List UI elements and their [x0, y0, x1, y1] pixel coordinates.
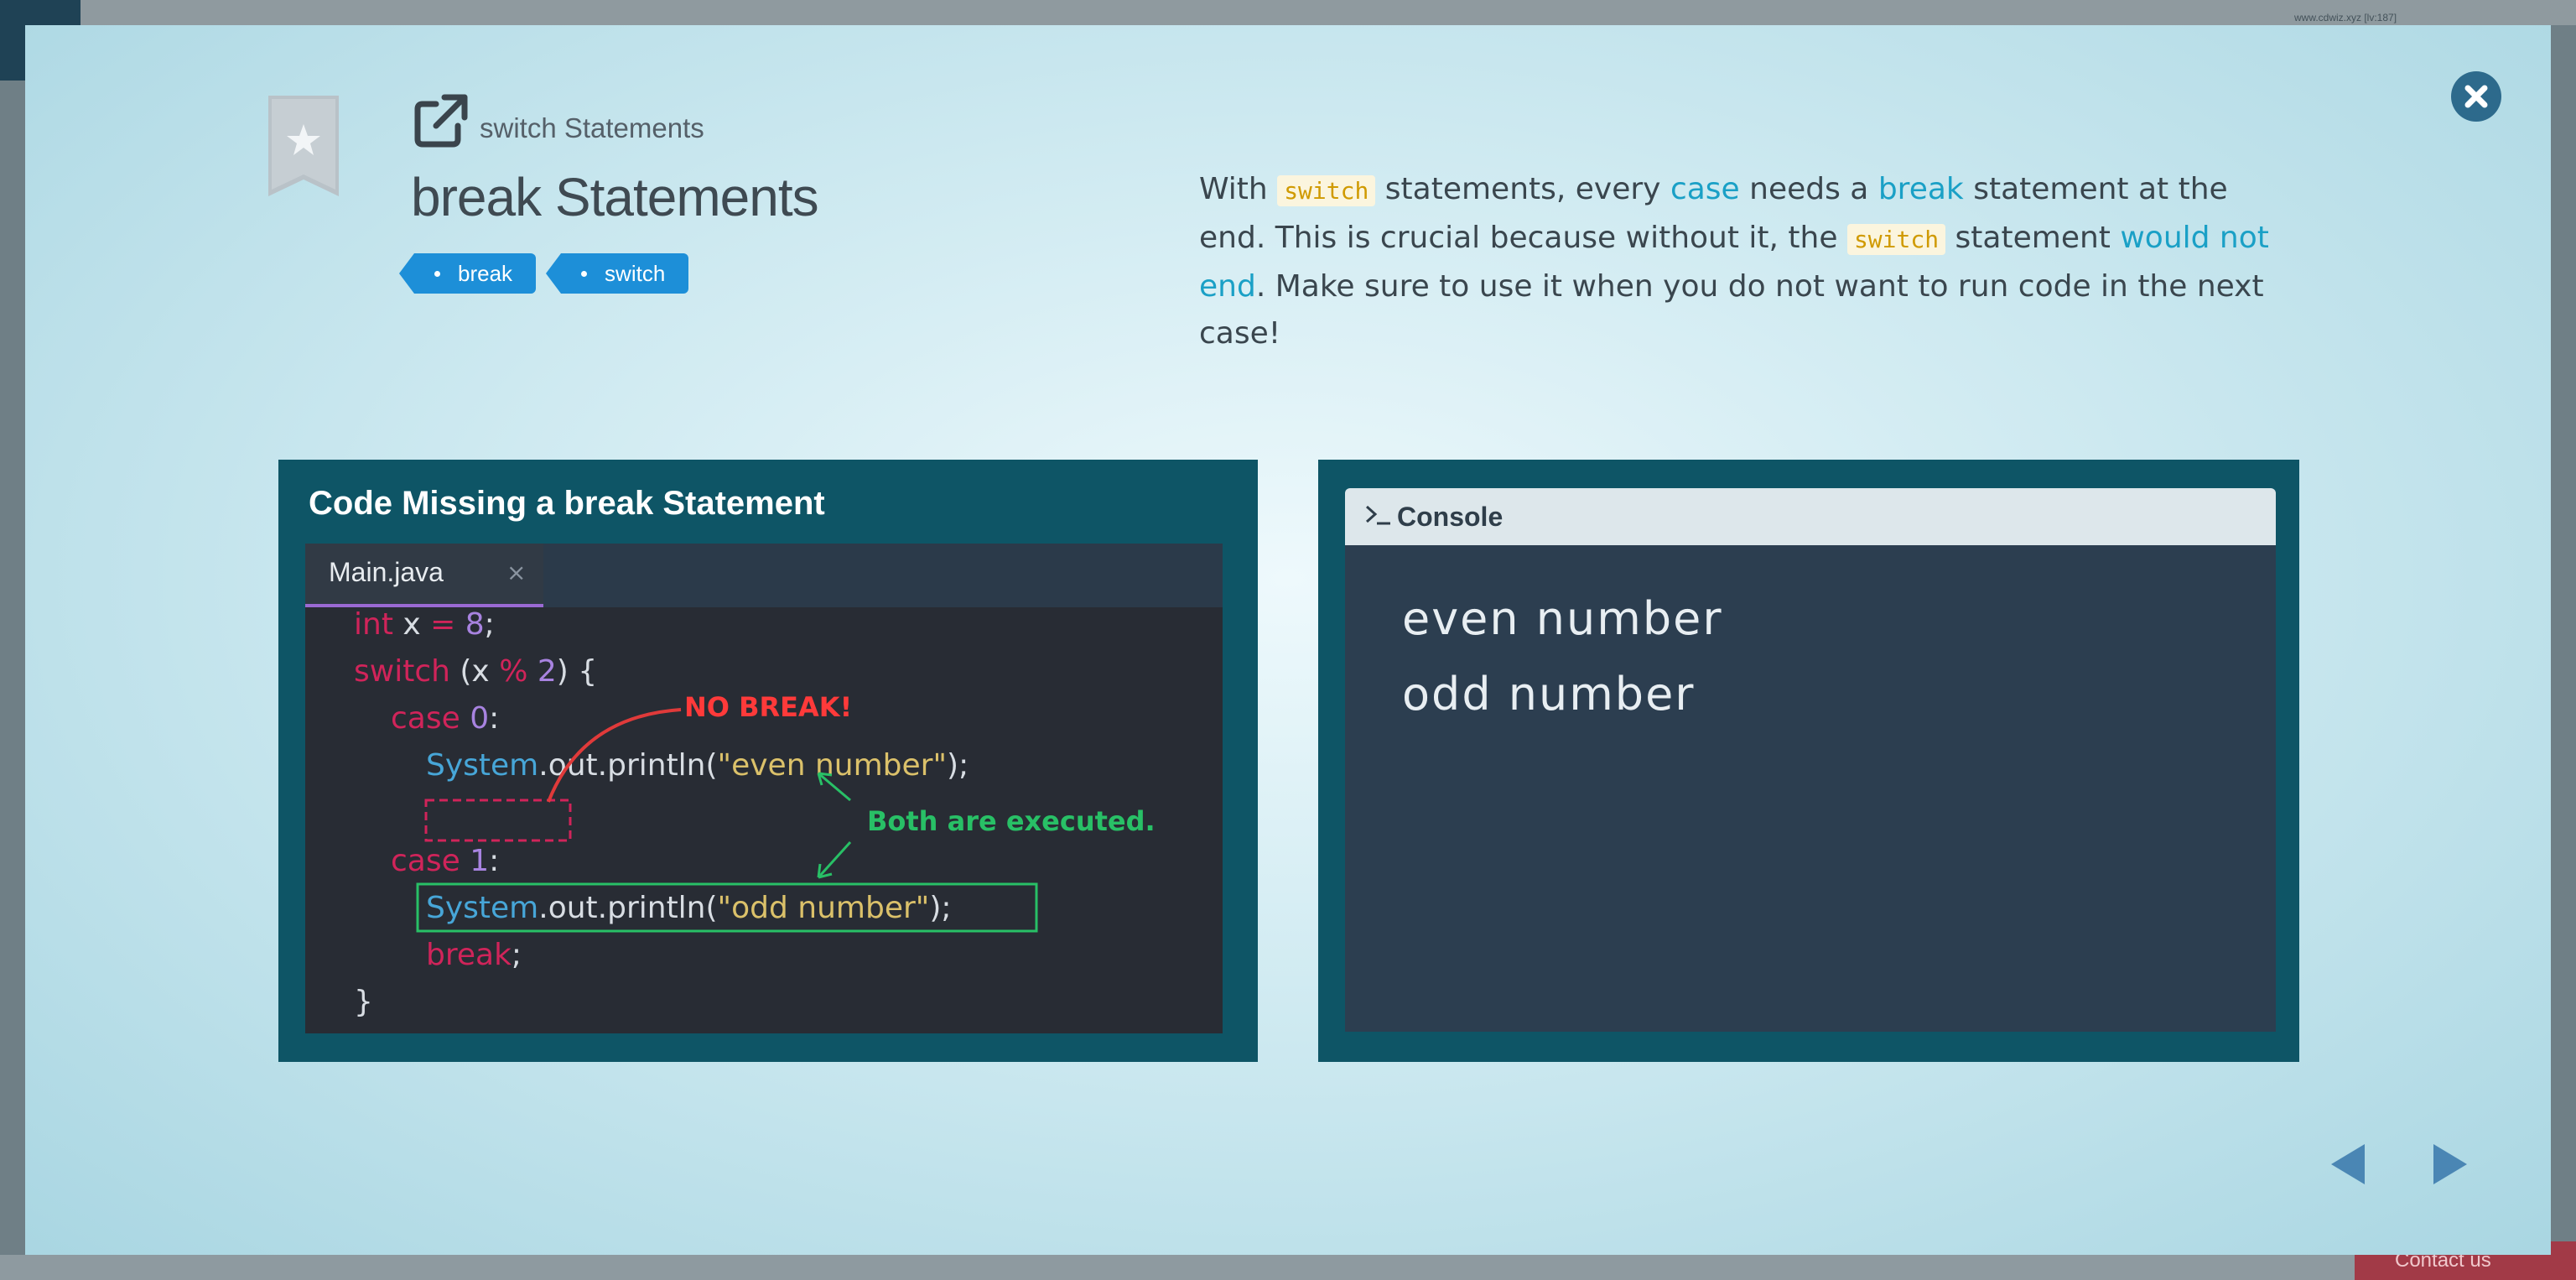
red-arrow — [547, 708, 682, 803]
annotation-both-executed: Both are executed. — [867, 805, 1156, 837]
file-tab-label: Main.java — [329, 557, 444, 587]
next-arrow-icon[interactable] — [2428, 1141, 2470, 1188]
console-header: Console — [1345, 488, 2276, 545]
keyword-link-break[interactable]: break — [1878, 172, 1964, 206]
keyword-link-case[interactable]: case — [1670, 172, 1740, 206]
console-output-line: odd number — [1402, 668, 1696, 721]
console-label: Console — [1397, 502, 1504, 532]
page-title: break Statements — [411, 167, 819, 227]
desc-text: . Make sure to use it when you do not wa… — [1199, 269, 2264, 351]
code-body: int x = 8; switch (x % 2) { case 0: Syst… — [305, 607, 1223, 1033]
green-arrow-up — [818, 772, 851, 802]
prev-arrow-icon[interactable] — [2328, 1141, 2370, 1188]
background-bottom-bar — [0, 1255, 2576, 1280]
parent-topic-link[interactable]: switch Statements — [480, 112, 704, 144]
desc-text: statement — [1945, 221, 2121, 255]
tag-list: break switch — [398, 253, 689, 294]
code-editor: Main.java × int x = 8; switch (x % 2) { … — [305, 544, 1223, 1033]
external-link-icon[interactable] — [411, 92, 470, 151]
close-icon — [2464, 85, 2488, 108]
code-panel-title: Code Missing a break Statement — [309, 485, 825, 522]
file-tab-main-java: Main.java × — [305, 544, 543, 607]
background-url-text: www.cdwiz.xyz [lv:187] — [2294, 12, 2397, 23]
tag-dot — [434, 271, 440, 277]
console-output: even number odd number — [1345, 545, 2276, 1032]
lesson-description: With switch statements, every case needs… — [1199, 166, 2289, 357]
tag-switch[interactable]: switch — [546, 253, 689, 294]
inline-code: switch — [1277, 175, 1376, 206]
close-button[interactable] — [2451, 71, 2501, 122]
missing-break-box — [424, 799, 572, 842]
file-tab-close-icon: × — [506, 559, 527, 586]
background-topbar — [0, 0, 2576, 25]
tag-dot — [581, 271, 588, 277]
tag-break[interactable]: break — [398, 253, 537, 294]
tag-label: switch — [605, 261, 666, 286]
code-example-panel: Code Missing a break Statement Main.java… — [278, 460, 1258, 1062]
highlight-box — [416, 882, 1038, 933]
inline-code: switch — [1846, 224, 1946, 255]
annotation-no-break: NO BREAK! — [684, 691, 853, 723]
desc-text: statements, every — [1375, 172, 1670, 206]
desc-text: needs a — [1739, 172, 1878, 206]
terminal-prompt-icon — [1365, 505, 1390, 525]
tag-label: break — [458, 261, 513, 286]
desc-text: With — [1199, 172, 1278, 206]
green-arrow-down — [817, 840, 852, 879]
lesson-modal: switch Statements break Statements break… — [25, 25, 2551, 1255]
console-panel: Console even number odd number — [1318, 460, 2299, 1062]
console-output-line: even number — [1402, 592, 1723, 645]
star-bookmark-icon[interactable] — [268, 96, 339, 196]
